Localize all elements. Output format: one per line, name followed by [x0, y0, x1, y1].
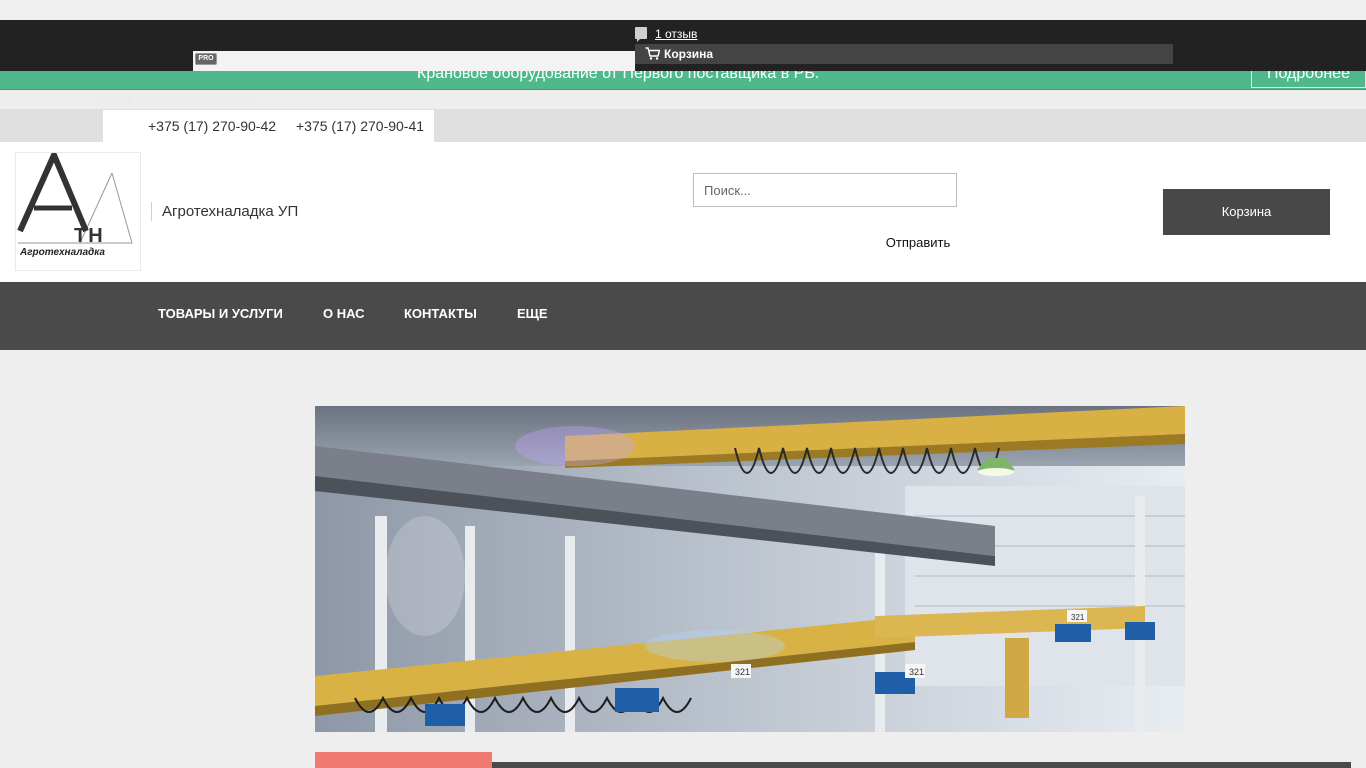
nav-item-contacts[interactable]: КОНТАКТЫ — [404, 306, 477, 321]
phone-1[interactable]: +375 (17) 270-90-42 — [148, 118, 276, 134]
crane-hall-illustration: 321 321 321 — [315, 406, 1185, 732]
category-tab[interactable] — [315, 752, 492, 768]
logo-text: Агротехналадка — [20, 247, 105, 258]
crane-tag-2: 321 — [909, 667, 924, 677]
logo-letters: ТН — [74, 225, 105, 247]
nav-item-about[interactable]: О НАС — [323, 306, 365, 321]
topbar-cart[interactable]: Корзина — [635, 44, 1173, 64]
company-name: Агротехналадка УП — [162, 203, 299, 220]
phone-2[interactable]: +375 (17) 270-90-41 — [296, 118, 424, 134]
company-logo[interactable]: ТН Агротехналадка — [15, 147, 141, 271]
comment-icon — [635, 27, 647, 42]
crane-tag-3: 321 — [1071, 613, 1085, 622]
content-bar — [492, 762, 1351, 768]
topbar-cart-label: Корзина — [664, 47, 714, 61]
header-divider — [151, 202, 152, 221]
nav-item-more[interactable]: ЕЩЕ — [517, 306, 548, 321]
hero-banner-image[interactable]: 321 321 321 — [315, 406, 1185, 732]
search-input[interactable] — [693, 173, 957, 207]
reviews-link[interactable]: 1 отзыв — [655, 27, 697, 41]
search-submit-button[interactable]: Отправить — [878, 233, 958, 251]
start-selling-link[interactable]: Начать продавать на Deal.by — [94, 89, 255, 103]
top-spacer — [0, 0, 1366, 20]
pro-badge: PRO — [195, 53, 217, 65]
nav-item-products[interactable]: ТОВАРЫ И УСЛУГИ — [158, 306, 283, 321]
cart-icon — [645, 47, 660, 60]
pro-field — [193, 51, 635, 71]
cart-button[interactable]: Корзина — [1163, 189, 1330, 235]
crane-tag-1: 321 — [735, 667, 750, 677]
